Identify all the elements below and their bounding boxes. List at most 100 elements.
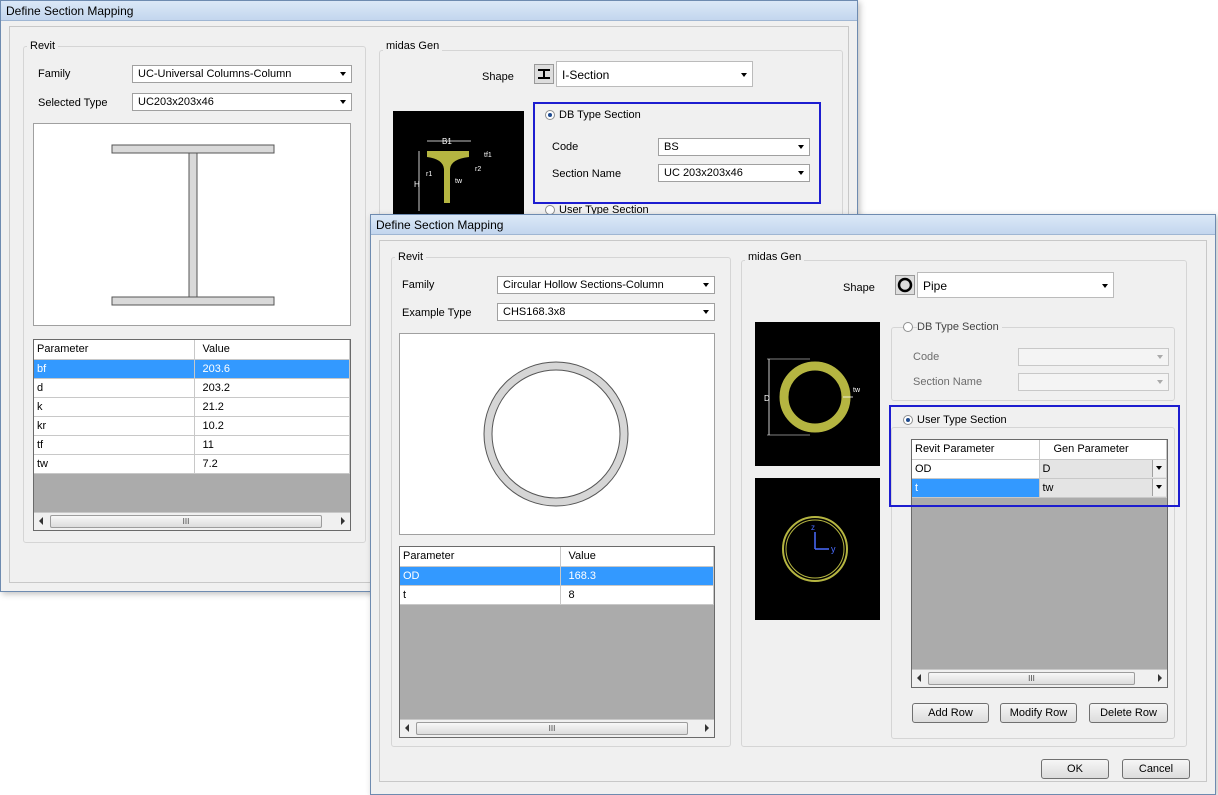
i-section-drawing xyxy=(111,144,275,306)
example-type-select[interactable]: CHS168.3x8 xyxy=(497,303,715,321)
horizontal-scrollbar[interactable]: III xyxy=(400,719,714,737)
scroll-thumb[interactable]: III xyxy=(50,515,322,528)
family-select[interactable]: Circular Hollow Sections-Column xyxy=(497,276,715,294)
add-row-button[interactable]: Add Row xyxy=(912,703,989,723)
chevron-down-icon xyxy=(340,100,346,104)
grid-header-row: Parameter Value xyxy=(400,547,714,567)
horizontal-scrollbar[interactable]: III xyxy=(34,512,350,530)
chevron-down-icon xyxy=(703,310,709,314)
table-cell[interactable]: 203.6 xyxy=(194,359,350,379)
scroll-thumb[interactable]: III xyxy=(416,722,688,735)
parameter-mapping-grid[interactable]: Revit Parameter Gen Parameter OD Dt tw III xyxy=(911,439,1168,688)
family-select[interactable]: UC-Universal Columns-Column xyxy=(132,65,352,83)
window-title: Define Section Mapping xyxy=(376,218,504,232)
shape-select[interactable]: I-Section xyxy=(556,61,753,87)
table-row[interactable]: kr 10.2 xyxy=(34,416,350,436)
circular-section-drawing xyxy=(483,361,629,507)
scroll-left-icon[interactable] xyxy=(39,517,43,525)
table-cell[interactable]: 168.3 xyxy=(560,566,714,586)
table-cell[interactable]: kr xyxy=(34,416,195,436)
column-header[interactable]: Gen Parameter xyxy=(1039,440,1167,460)
section-name-select[interactable]: UC 203x203x46 xyxy=(658,164,810,182)
scroll-left-icon[interactable] xyxy=(405,724,409,732)
table-cell[interactable]: OD xyxy=(400,566,561,586)
scroll-right-icon[interactable] xyxy=(1158,674,1162,682)
db-type-section-label[interactable]: DB Type Section xyxy=(917,321,1002,333)
title-bar[interactable]: Define Section Mapping xyxy=(1,1,857,21)
r2-label: r2 xyxy=(475,166,481,173)
db-type-section-radio[interactable] xyxy=(545,110,555,120)
column-header[interactable]: Value xyxy=(194,340,350,360)
midas-gen-group-label: midas Gen xyxy=(745,251,805,263)
window-title: Define Section Mapping xyxy=(6,4,134,18)
table-cell[interactable]: 21.2 xyxy=(194,397,350,417)
h-label: H xyxy=(414,180,420,189)
table-cell[interactable]: D xyxy=(1039,459,1167,479)
table-cell[interactable]: OD xyxy=(912,459,1040,479)
scroll-right-icon[interactable] xyxy=(341,517,345,525)
chevron-down-icon xyxy=(340,72,346,76)
title-bar[interactable]: Define Section Mapping xyxy=(371,215,1215,235)
column-header[interactable]: Value xyxy=(560,547,714,567)
shape-label: Shape xyxy=(482,71,514,83)
chevron-down-icon xyxy=(1157,355,1163,359)
shape-select[interactable]: Pipe xyxy=(917,272,1114,298)
cancel-button[interactable]: Cancel xyxy=(1122,759,1190,779)
table-row[interactable]: k 21.2 xyxy=(34,397,350,417)
i-section-icon xyxy=(534,64,554,84)
column-header[interactable]: Revit Parameter xyxy=(912,440,1040,460)
table-row[interactable]: d 203.2 xyxy=(34,378,350,398)
column-header[interactable]: Parameter xyxy=(400,547,561,567)
ok-button[interactable]: OK xyxy=(1041,759,1109,779)
tf1-label: tf1 xyxy=(484,152,492,159)
table-row[interactable]: t8 xyxy=(400,585,714,605)
db-type-section-label[interactable]: DB Type Section xyxy=(559,109,641,121)
table-row[interactable]: t tw xyxy=(912,478,1167,498)
table-row[interactable]: OD D xyxy=(912,459,1167,479)
table-cell[interactable]: 10.2 xyxy=(194,416,350,436)
code-select[interactable]: BS xyxy=(658,138,810,156)
table-row[interactable]: bf 203.6 xyxy=(34,359,350,379)
modify-row-button[interactable]: Modify Row xyxy=(1000,703,1077,723)
horizontal-scrollbar[interactable]: III xyxy=(912,669,1167,687)
chevron-down-icon xyxy=(741,73,747,77)
chevron-down-icon[interactable] xyxy=(1152,478,1166,496)
chevron-down-icon[interactable] xyxy=(1152,459,1166,477)
user-type-section-radio[interactable] xyxy=(903,415,913,425)
revit-parameter-grid[interactable]: Parameter Value OD 168.3 t 8 III xyxy=(399,546,715,738)
tw-label: tw xyxy=(853,387,861,394)
tw-label: tw xyxy=(455,178,463,185)
grid-header-row: Parameter Value xyxy=(34,340,350,360)
table-cell[interactable]: k xyxy=(34,397,195,417)
scroll-left-icon[interactable] xyxy=(917,674,921,682)
code-label: Code xyxy=(913,351,940,363)
chevron-down-icon xyxy=(703,283,709,287)
table-cell[interactable]: 11 xyxy=(194,435,350,455)
example-type-label: Example Type xyxy=(402,307,472,319)
section-name-select[interactable] xyxy=(1018,373,1169,391)
y-axis-label: y xyxy=(831,544,836,554)
user-type-section-label[interactable]: User Type Section xyxy=(917,414,1010,426)
code-select[interactable] xyxy=(1018,348,1169,366)
table-row[interactable]: OD 168.3 xyxy=(400,566,714,586)
table-cell[interactable]: tf xyxy=(34,435,195,455)
table-cell[interactable]: 8 xyxy=(560,585,714,605)
scroll-right-icon[interactable] xyxy=(705,724,709,732)
table-cell[interactable]: d xyxy=(34,378,195,398)
table-cell[interactable]: 7.2 xyxy=(194,454,350,474)
table-cell[interactable]: t xyxy=(912,478,1040,498)
column-header[interactable]: Parameter xyxy=(34,340,195,360)
revit-parameter-grid[interactable]: Parameter Value bf 203.6 d 203.2 k 21.2 kr 10.2 tf… xyxy=(33,339,351,531)
delete-row-button[interactable]: Delete Row xyxy=(1089,703,1168,723)
selected-type-select[interactable]: UC203x203x46 xyxy=(132,93,352,111)
table-row[interactable]: tf 11 xyxy=(34,435,350,455)
table-cell[interactable]: 203.2 xyxy=(194,378,350,398)
chevron-down-icon xyxy=(798,171,804,175)
table-cell[interactable]: tw xyxy=(34,454,195,474)
db-type-section-radio[interactable] xyxy=(903,322,913,332)
table-cell[interactable]: t xyxy=(400,585,561,605)
table-cell[interactable]: tw xyxy=(1039,478,1167,498)
scroll-thumb[interactable]: III xyxy=(928,672,1135,685)
table-row[interactable]: tw 7.2 xyxy=(34,454,350,474)
table-cell[interactable]: bf xyxy=(34,359,195,379)
